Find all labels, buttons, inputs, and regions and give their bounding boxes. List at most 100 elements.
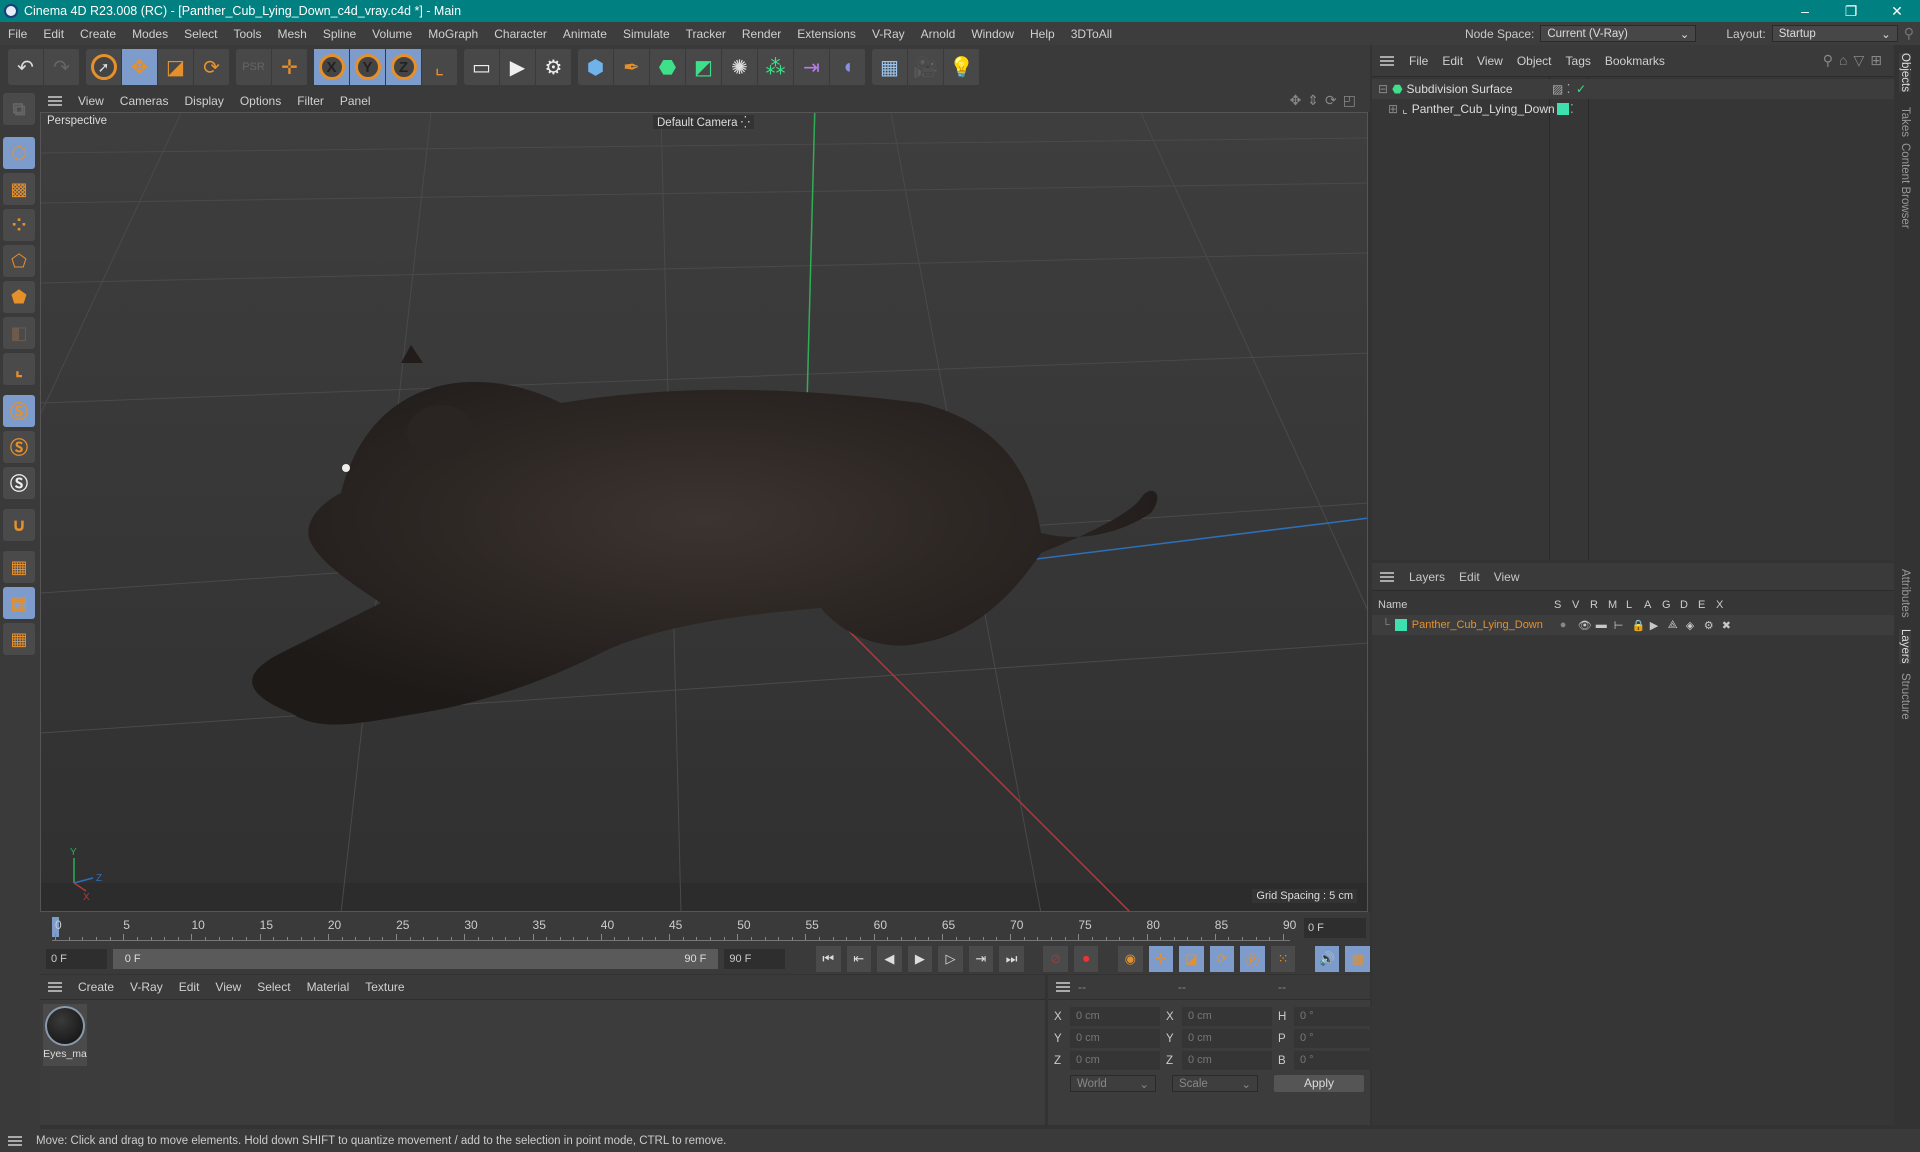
tab-objects[interactable]: Objects xyxy=(1899,53,1911,92)
rot-h-field[interactable]: 0 ° xyxy=(1294,1007,1384,1026)
cloner-button[interactable]: ⁂ xyxy=(758,49,794,85)
redo-button[interactable]: ↷ xyxy=(44,49,80,85)
subdivision-button[interactable]: ⬣ xyxy=(650,49,686,85)
tab-structure[interactable]: Structure xyxy=(1899,673,1911,720)
filter-icon[interactable]: ▽ xyxy=(1853,52,1870,68)
floor-button[interactable]: ▦ xyxy=(872,49,908,85)
pen-button[interactable]: ✒ xyxy=(614,49,650,85)
viewport-menu-panel[interactable]: Panel xyxy=(332,94,379,108)
menu-simulate[interactable]: Simulate xyxy=(615,27,678,41)
render-settings-button[interactable]: ⚙ xyxy=(536,49,572,85)
y-axis-button[interactable]: Y xyxy=(350,49,386,85)
move-tool-button[interactable]: ✥ xyxy=(122,49,158,85)
workplane-align-button[interactable]: ▦ xyxy=(3,623,35,655)
key-scale-button[interactable]: ◪ xyxy=(1179,946,1204,972)
menu-mesh[interactable]: Mesh xyxy=(269,27,314,41)
frame-range-slider[interactable]: 0 F 90 F xyxy=(112,949,719,969)
col-view[interactable]: V xyxy=(1572,599,1590,611)
menu-modes[interactable]: Modes xyxy=(124,27,176,41)
object-menu-tags[interactable]: Tags xyxy=(1559,54,1598,68)
search-icon[interactable]: ⚲ xyxy=(1823,52,1839,68)
cube-button[interactable]: ⬢ xyxy=(578,49,614,85)
material-item[interactable]: Eyes_ma xyxy=(43,1004,87,1066)
solo-off-button[interactable]: Ⓢ xyxy=(3,395,35,427)
render-clapper-icon[interactable]: ▬ xyxy=(1596,619,1614,631)
menu-character[interactable]: Character xyxy=(486,27,555,41)
key-parameter-button[interactable]: Ⓟ xyxy=(1240,946,1265,972)
snap-button[interactable]: ∪ xyxy=(3,509,35,541)
material-menu-select[interactable]: Select xyxy=(249,980,298,994)
new-window-icon[interactable]: ⊞ xyxy=(1870,52,1888,68)
object-menu-file[interactable]: File xyxy=(1402,54,1435,68)
menu-edit[interactable]: Edit xyxy=(35,27,72,41)
symmetry-button[interactable]: ⇥ xyxy=(794,49,830,85)
timeline-ruler[interactable]: 0 5 10 15 20 25 30 35 40 45 50 55 60 65 70 75 80 85 90 xyxy=(52,915,1296,941)
uv-mode-button[interactable]: ◧ xyxy=(3,317,35,349)
pos-x-field[interactable]: 0 cm xyxy=(1070,1007,1160,1026)
workplane-button[interactable]: ▦ xyxy=(3,551,35,583)
col-expressions[interactable]: E xyxy=(1698,599,1716,611)
visibility-dots-icon[interactable]: ⁚ xyxy=(1570,102,1574,116)
menu-create[interactable]: Create xyxy=(72,27,124,41)
zoom-view-icon[interactable]: ⇕ xyxy=(1307,92,1325,108)
point-mode-button[interactable]: ⁘ xyxy=(3,209,35,241)
viewport-menu-display[interactable]: Display xyxy=(176,94,231,108)
coord-mode-dropdown[interactable]: World ⌄ xyxy=(1070,1075,1156,1092)
expand-icon[interactable]: ⊞ xyxy=(1388,102,1398,116)
menu-volume[interactable]: Volume xyxy=(364,27,420,41)
material-menu-edit[interactable]: Edit xyxy=(171,980,208,994)
pos-z-field[interactable]: 0 cm xyxy=(1070,1051,1160,1070)
xref-icon[interactable]: ✖ xyxy=(1722,619,1740,632)
solo-dot-icon[interactable]: ● xyxy=(1560,619,1578,631)
deformer-button[interactable]: ◖ xyxy=(830,49,866,85)
menu-spline[interactable]: Spline xyxy=(315,27,364,41)
key-rotation-button[interactable]: ⟳ xyxy=(1209,946,1235,972)
menu-render[interactable]: Render xyxy=(734,27,789,41)
menu-animate[interactable]: Animate xyxy=(555,27,615,41)
menu-tools[interactable]: Tools xyxy=(225,27,269,41)
material-menu-vray[interactable]: V-Ray xyxy=(122,980,171,994)
tab-content-browser[interactable]: Content Browser xyxy=(1899,143,1911,229)
material-menu-view[interactable]: View xyxy=(207,980,249,994)
lock-icon[interactable]: 🔒 xyxy=(1632,619,1650,632)
menu-file[interactable]: File xyxy=(0,27,35,41)
viewport-menu-filter[interactable]: Filter xyxy=(289,94,332,108)
locked-workplane-button[interactable]: ▦ xyxy=(3,587,35,619)
model-mode-button[interactable]: ⬡ xyxy=(3,137,35,169)
hamburger-menu-icon[interactable] xyxy=(1380,55,1394,66)
transform-tool-button[interactable]: ✛ xyxy=(272,49,308,85)
layer-color-swatch[interactable] xyxy=(1394,619,1407,631)
layer-menu-layers[interactable]: Layers xyxy=(1402,570,1452,584)
hamburger-menu-icon[interactable] xyxy=(1056,982,1070,992)
menu-3dtoall[interactable]: 3DToAll xyxy=(1063,27,1120,41)
home-icon[interactable]: ⌂ xyxy=(1839,52,1853,68)
material-menu-material[interactable]: Material xyxy=(299,980,358,994)
size-x-field[interactable]: 0 cm xyxy=(1182,1007,1272,1026)
record-keys-button[interactable]: ⊘ xyxy=(1043,946,1068,972)
edge-mode-button[interactable]: ⬠ xyxy=(3,245,35,277)
menu-help[interactable]: Help xyxy=(1022,27,1063,41)
col-render[interactable]: R xyxy=(1590,599,1608,611)
layer-menu-view[interactable]: View xyxy=(1487,570,1527,584)
goto-start-button[interactable]: ⏮ xyxy=(816,946,841,972)
expression-icon[interactable]: ⚙ xyxy=(1704,619,1722,632)
texture-mode-button[interactable]: ▩ xyxy=(3,173,35,205)
start-frame-field[interactable]: 0 F xyxy=(46,949,107,969)
end-frame-field[interactable]: 90 F xyxy=(724,949,786,969)
collapse-icon[interactable]: ⊟ xyxy=(1378,82,1388,96)
hamburger-menu-icon[interactable] xyxy=(1380,571,1394,582)
size-z-field[interactable]: 0 cm xyxy=(1182,1051,1272,1070)
coord-type-dropdown[interactable]: Scale ⌄ xyxy=(1172,1075,1258,1092)
viewport-menu-cameras[interactable]: Cameras xyxy=(112,94,177,108)
hamburger-menu-icon[interactable] xyxy=(8,1135,22,1146)
editor-visibility-icon[interactable]: ▨ ⁚ xyxy=(1552,82,1571,96)
select-tool-button[interactable]: ➚ xyxy=(86,49,122,85)
render-picture-button[interactable]: ▶ xyxy=(500,49,536,85)
axis-mode-button[interactable]: ⌞ xyxy=(3,353,35,385)
rotate-tool-button[interactable]: ⟳ xyxy=(194,49,230,85)
camera-button[interactable]: 🎥 xyxy=(908,49,944,85)
camera-label[interactable]: Default Camera ⁛ xyxy=(653,115,754,129)
next-key-button[interactable]: ⇥ xyxy=(968,946,994,972)
tab-attributes[interactable]: Attributes xyxy=(1899,569,1911,618)
polygon-mode-button[interactable]: ⬟ xyxy=(3,281,35,313)
